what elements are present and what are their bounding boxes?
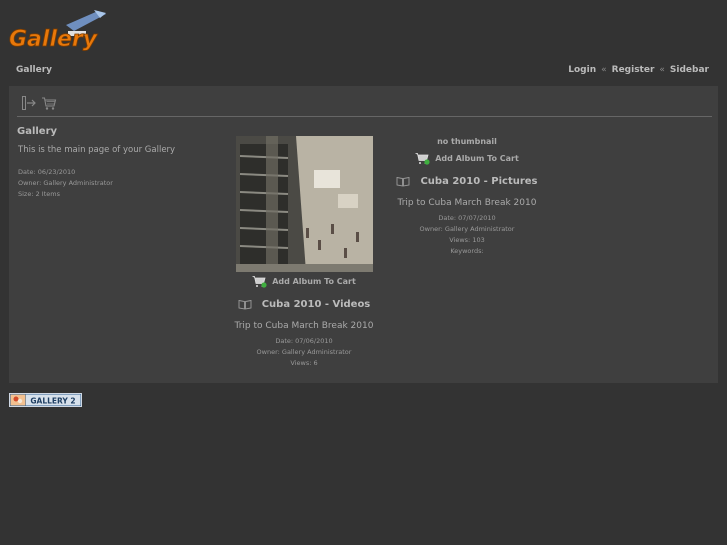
album-card-videos: Add Album To Cart Cuba 2010 - Videos Tri… — [209, 136, 399, 369]
album-meta: Date: 07/07/2010 Owner: Gallery Administ… — [372, 213, 562, 257]
add-album-to-cart-link[interactable]: Add Album To Cart — [252, 273, 356, 289]
album-views: Views: 103 — [449, 235, 485, 244]
album-title-row[interactable]: Cuba 2010 - Videos — [209, 296, 399, 314]
album-keywords: Keywords: — [450, 246, 484, 255]
gallery-description: This is the main page of your Gallery — [18, 145, 176, 155]
album-title[interactable]: Cuba 2010 - Pictures — [420, 176, 537, 187]
gallery-size: Size: 2 Items — [18, 190, 60, 198]
album-description: Trip to Cuba March Break 2010 — [397, 197, 537, 208]
album-thumbnail-image — [235, 136, 373, 272]
album-meta: Date: 07/06/2010 Owner: Gallery Administ… — [209, 336, 399, 369]
register-link[interactable]: Register — [612, 65, 655, 75]
separator: « — [601, 65, 607, 75]
no-thumbnail-text: no thumbnail — [437, 137, 497, 146]
add-to-cart-icon — [415, 152, 430, 165]
album-owner: Owner: Gallery Administrator — [419, 224, 515, 233]
album-card-pictures: no thumbnail Add Album To Cart Cuba 2010… — [372, 136, 562, 257]
cart-icon[interactable] — [41, 95, 57, 111]
album-date: Date: 07/07/2010 — [438, 213, 496, 222]
top-bar: Gallery Login « Register « Sidebar — [16, 65, 709, 77]
gallery-info: Gallery This is the main page of your Ga… — [17, 126, 217, 200]
gallery-logo-icon: Gallery — [9, 10, 106, 52]
svg-text:Gallery: Gallery — [9, 27, 99, 52]
add-album-to-cart-label: Add Album To Cart — [435, 153, 519, 163]
user-links: Login « Register « Sidebar — [568, 65, 709, 75]
album-title[interactable]: Cuba 2010 - Videos — [262, 299, 371, 310]
album-views: Views: 6 — [290, 358, 318, 367]
exit-icon[interactable] — [21, 95, 37, 111]
gallery2-badge-icon: GALLERY 2 — [9, 393, 82, 407]
main-panel: Gallery This is the main page of your Ga… — [9, 86, 718, 383]
gallery-logo[interactable]: Gallery — [8, 9, 108, 55]
add-album-to-cart-link[interactable]: Add Album To Cart — [415, 150, 519, 166]
album-icon — [238, 299, 252, 310]
sidebar-link[interactable]: Sidebar — [670, 65, 709, 75]
album-icon — [397, 176, 410, 187]
album-thumbnail[interactable] — [235, 136, 373, 272]
album-title-row[interactable]: Cuba 2010 - Pictures — [372, 173, 562, 191]
gallery-date: Date: 06/23/2010 — [18, 168, 76, 176]
add-to-cart-icon — [252, 275, 267, 288]
gallery-meta: Date: 06/23/2010 Owner: Gallery Administ… — [18, 167, 217, 200]
login-link[interactable]: Login — [568, 65, 596, 75]
album-owner: Owner: Gallery Administrator — [256, 347, 352, 356]
gallery2-badge[interactable]: GALLERY 2 — [9, 392, 82, 407]
breadcrumb-gallery[interactable]: Gallery — [16, 65, 52, 75]
album-description: Trip to Cuba March Break 2010 — [234, 320, 374, 331]
album-date: Date: 07/06/2010 — [275, 336, 333, 345]
svg-text:GALLERY 2: GALLERY 2 — [30, 397, 75, 406]
gallery-title: Gallery — [17, 126, 58, 137]
add-album-to-cart-label: Add Album To Cart — [272, 276, 356, 286]
separator: « — [659, 65, 665, 75]
divider — [17, 116, 712, 117]
gallery-owner: Owner: Gallery Administrator — [18, 179, 113, 187]
